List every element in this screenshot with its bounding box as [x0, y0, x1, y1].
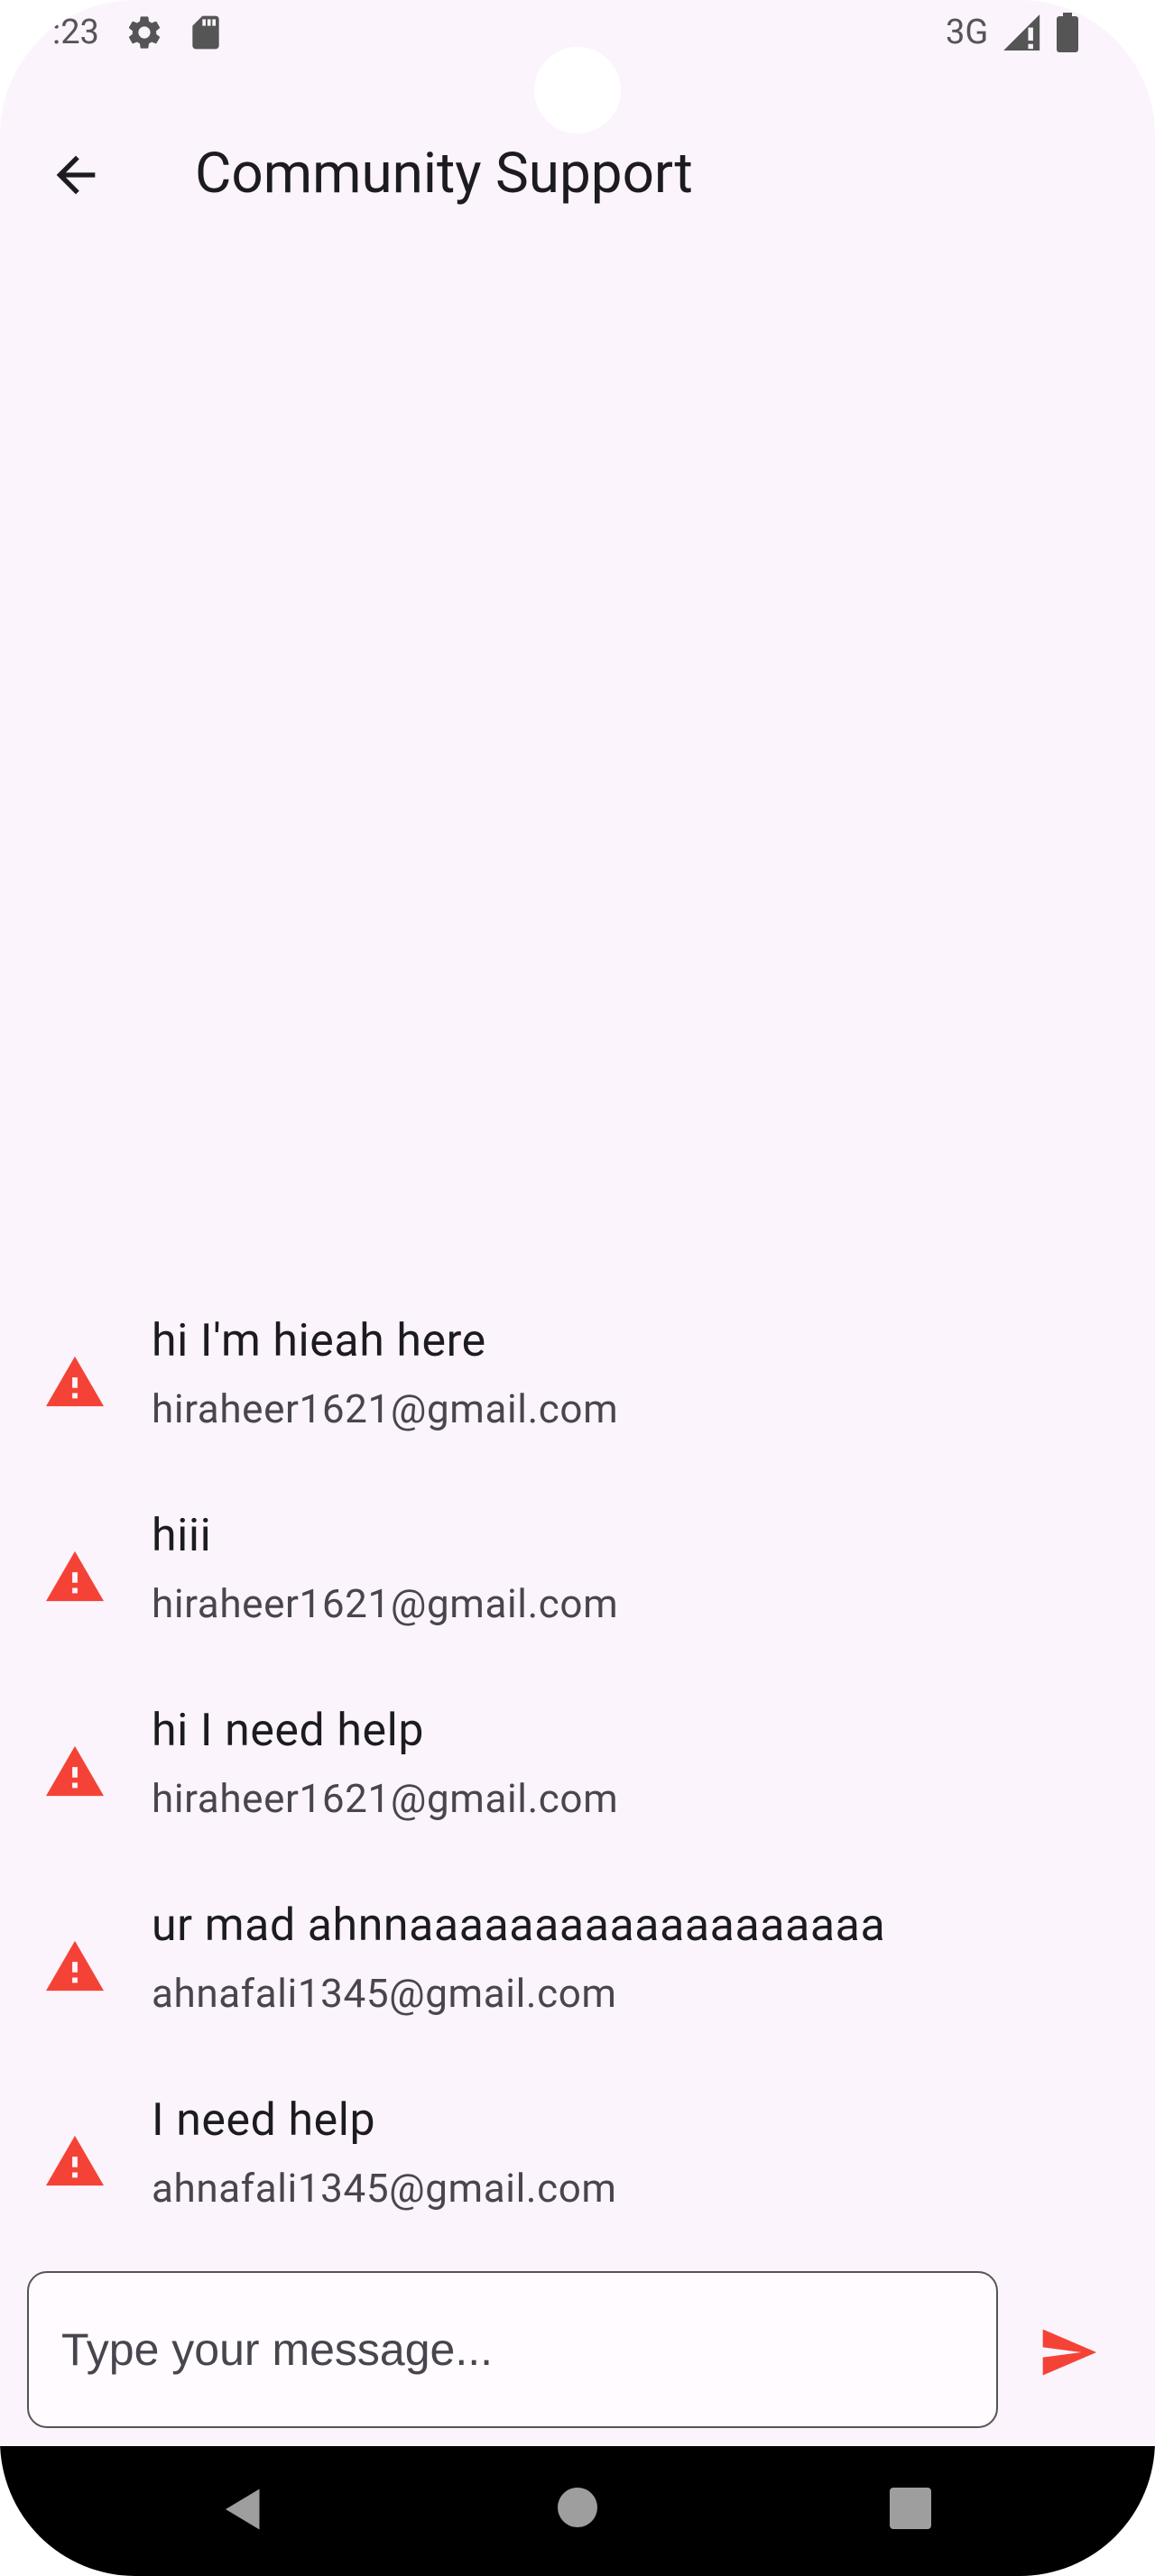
message-text: ur mad ahnnaaaaaaaaaaaaaaaaaaa	[152, 1900, 886, 1952]
warning-icon	[46, 2135, 104, 2186]
warning-icon	[46, 1940, 104, 1992]
message-sender: hiraheer1621@gmail.com	[152, 1580, 619, 1627]
system-nav-bar	[0, 2446, 1155, 2576]
message-sender: hiraheer1621@gmail.com	[152, 1775, 619, 1822]
list-item[interactable]: ur mad ahnnaaaaaaaaaaaaaaaaaaa ahnafali1…	[0, 1874, 1155, 2069]
message-text: hi I'm hieah here	[152, 1315, 486, 1367]
message-sender: ahnafali1345@gmail.com	[152, 2165, 617, 2212]
arrow-back-icon	[56, 155, 96, 195]
send-button[interactable]	[1025, 2309, 1112, 2396]
back-button[interactable]	[36, 135, 116, 215]
message-composer	[27, 2271, 998, 2428]
status-time: :23	[52, 13, 99, 52]
message-text: hi I need help	[152, 1705, 425, 1757]
signal-icon	[1003, 14, 1040, 51]
list-item[interactable]: hi I need help hiraheer1621@gmail.com	[0, 1679, 1155, 1874]
send-icon	[1042, 2329, 1097, 2376]
message-sender: hiraheer1621@gmail.com	[152, 1385, 619, 1432]
list-item[interactable]: I need help ahnafali1345@gmail.com	[0, 2069, 1155, 2264]
message-input[interactable]	[61, 2273, 964, 2426]
list-item[interactable]: hi I'm hieah here hiraheer1621@gmail.com	[0, 1290, 1155, 1485]
warning-icon	[46, 1745, 104, 1797]
nav-home-icon[interactable]	[558, 2488, 597, 2527]
warning-icon	[46, 1356, 104, 1407]
message-text: I need help	[152, 2094, 376, 2147]
network-type: 3G	[946, 13, 989, 52]
list-item[interactable]: hiii hiraheer1621@gmail.com	[0, 1485, 1155, 1679]
nav-recents-icon[interactable]	[890, 2488, 931, 2529]
sd-card-icon	[192, 15, 219, 50]
app-screen: :23 3G Community Support hi I'm hieah he…	[0, 0, 1155, 2576]
battery-icon	[1057, 13, 1078, 52]
message-list: hi I'm hieah here hiraheer1621@gmail.com…	[0, 1290, 1155, 2264]
settings-icon	[128, 16, 161, 49]
message-sender: ahnafali1345@gmail.com	[152, 1970, 617, 2017]
page-title: Community Support	[195, 141, 693, 207]
message-text: hiii	[152, 1510, 212, 1562]
app-bar: Community Support	[0, 117, 1155, 225]
warning-icon	[46, 1550, 104, 1602]
nav-back-icon[interactable]	[217, 2482, 271, 2536]
